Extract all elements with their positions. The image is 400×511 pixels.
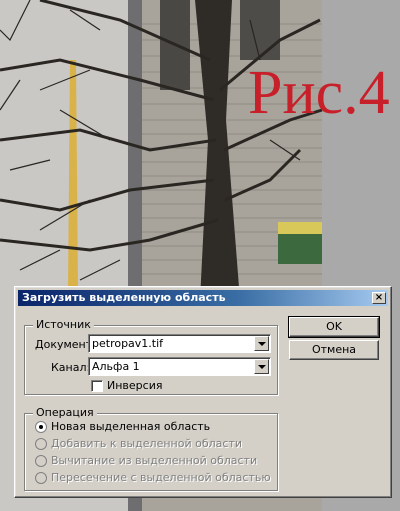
source-legend: Источник (33, 318, 94, 331)
option-new-selection: Новая выделенная область (51, 420, 211, 433)
invert-checkbox[interactable] (91, 380, 103, 392)
channel-select[interactable]: Альфа 1 (88, 357, 271, 376)
option-intersect-selection: Пересечение с выделенной областью (51, 471, 271, 484)
source-group: Источник Документ: petropav1.tif Канал: … (24, 318, 278, 395)
dialog-title: Загрузить выделенную область (22, 291, 226, 304)
chevron-down-icon[interactable] (254, 359, 269, 374)
cancel-button[interactable]: Отмена (289, 340, 379, 360)
channel-label: Канал: (51, 361, 91, 374)
radio-new-selection[interactable] (35, 421, 47, 433)
ok-button[interactable]: OK (288, 316, 380, 338)
option-subtract-selection: Вычитание из выделенной области (51, 454, 258, 467)
radio-intersect-selection[interactable] (35, 472, 47, 484)
option-add-selection: Добавить к выделенной области (51, 437, 242, 450)
operation-legend: Операция (33, 406, 97, 419)
channel-value: Альфа 1 (92, 360, 140, 373)
close-button[interactable]: × (372, 292, 386, 304)
figure-label: Рис.4 (248, 59, 390, 127)
document-value: petropav1.tif (92, 337, 164, 350)
radio-add-selection[interactable] (35, 438, 47, 450)
chevron-down-icon[interactable] (254, 336, 269, 351)
radio-subtract-selection[interactable] (35, 455, 47, 467)
load-selection-dialog: Загрузить выделенную область × Источник … (14, 286, 392, 498)
document-label: Документ: (35, 338, 96, 351)
dialog-titlebar: Загрузить выделенную область × (18, 290, 388, 306)
document-select[interactable]: petropav1.tif (88, 334, 271, 353)
invert-label: Инверсия (107, 379, 163, 392)
operation-group: Операция Новая выделенная область Добави… (24, 406, 278, 491)
